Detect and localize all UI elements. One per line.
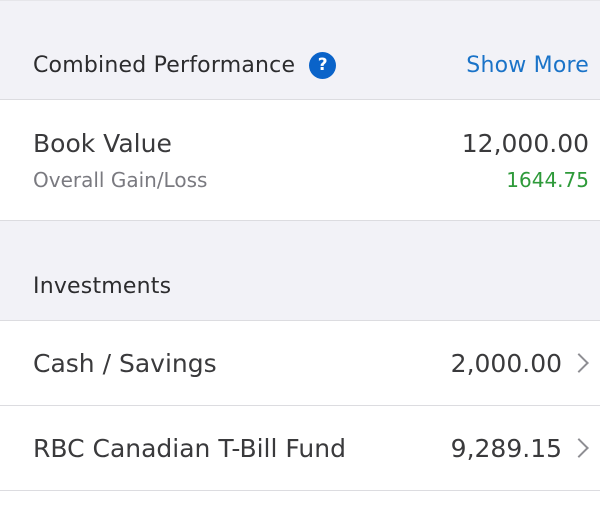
investment-row-cash-savings[interactable]: Cash / Savings 2,000.00: [0, 321, 600, 406]
gain-loss-label: Overall Gain/Loss: [33, 168, 208, 192]
list-continuation: [0, 491, 600, 511]
combined-performance-title-group: Combined Performance ?: [33, 51, 337, 79]
investments-header: Investments: [0, 221, 600, 321]
portfolio-page: Combined Performance ? Show More Book Va…: [0, 0, 600, 511]
investment-value: 9,289.15: [450, 433, 562, 463]
book-value-row: Book Value 12,000.00: [33, 129, 589, 158]
investment-label: Cash / Savings: [33, 348, 217, 378]
question-mark-icon[interactable]: ?: [309, 51, 337, 79]
book-value-label: Book Value: [33, 129, 172, 158]
investments-title: Investments: [33, 274, 172, 299]
investment-value: 2,000.00: [450, 348, 562, 378]
gain-loss-amount: 1644.75: [506, 168, 589, 192]
chevron-right-icon: [569, 438, 589, 458]
investment-row-tbill-fund[interactable]: RBC Canadian T-Bill Fund 9,289.15: [0, 406, 600, 491]
book-value-card: Book Value 12,000.00 Overall Gain/Loss 1…: [0, 100, 600, 221]
investment-value-group: 2,000.00: [451, 349, 592, 378]
combined-performance-title: Combined Performance: [33, 52, 296, 78]
show-more-link[interactable]: Show More: [466, 53, 589, 78]
investment-value-group: 9,289.15: [451, 434, 592, 463]
gain-loss-row: Overall Gain/Loss 1644.75: [33, 168, 589, 192]
combined-performance-header: Combined Performance ? Show More: [0, 0, 600, 100]
investment-label: RBC Canadian T-Bill Fund: [33, 433, 346, 463]
book-value-amount: 12,000.00: [461, 129, 589, 158]
chevron-right-icon: [569, 353, 589, 373]
